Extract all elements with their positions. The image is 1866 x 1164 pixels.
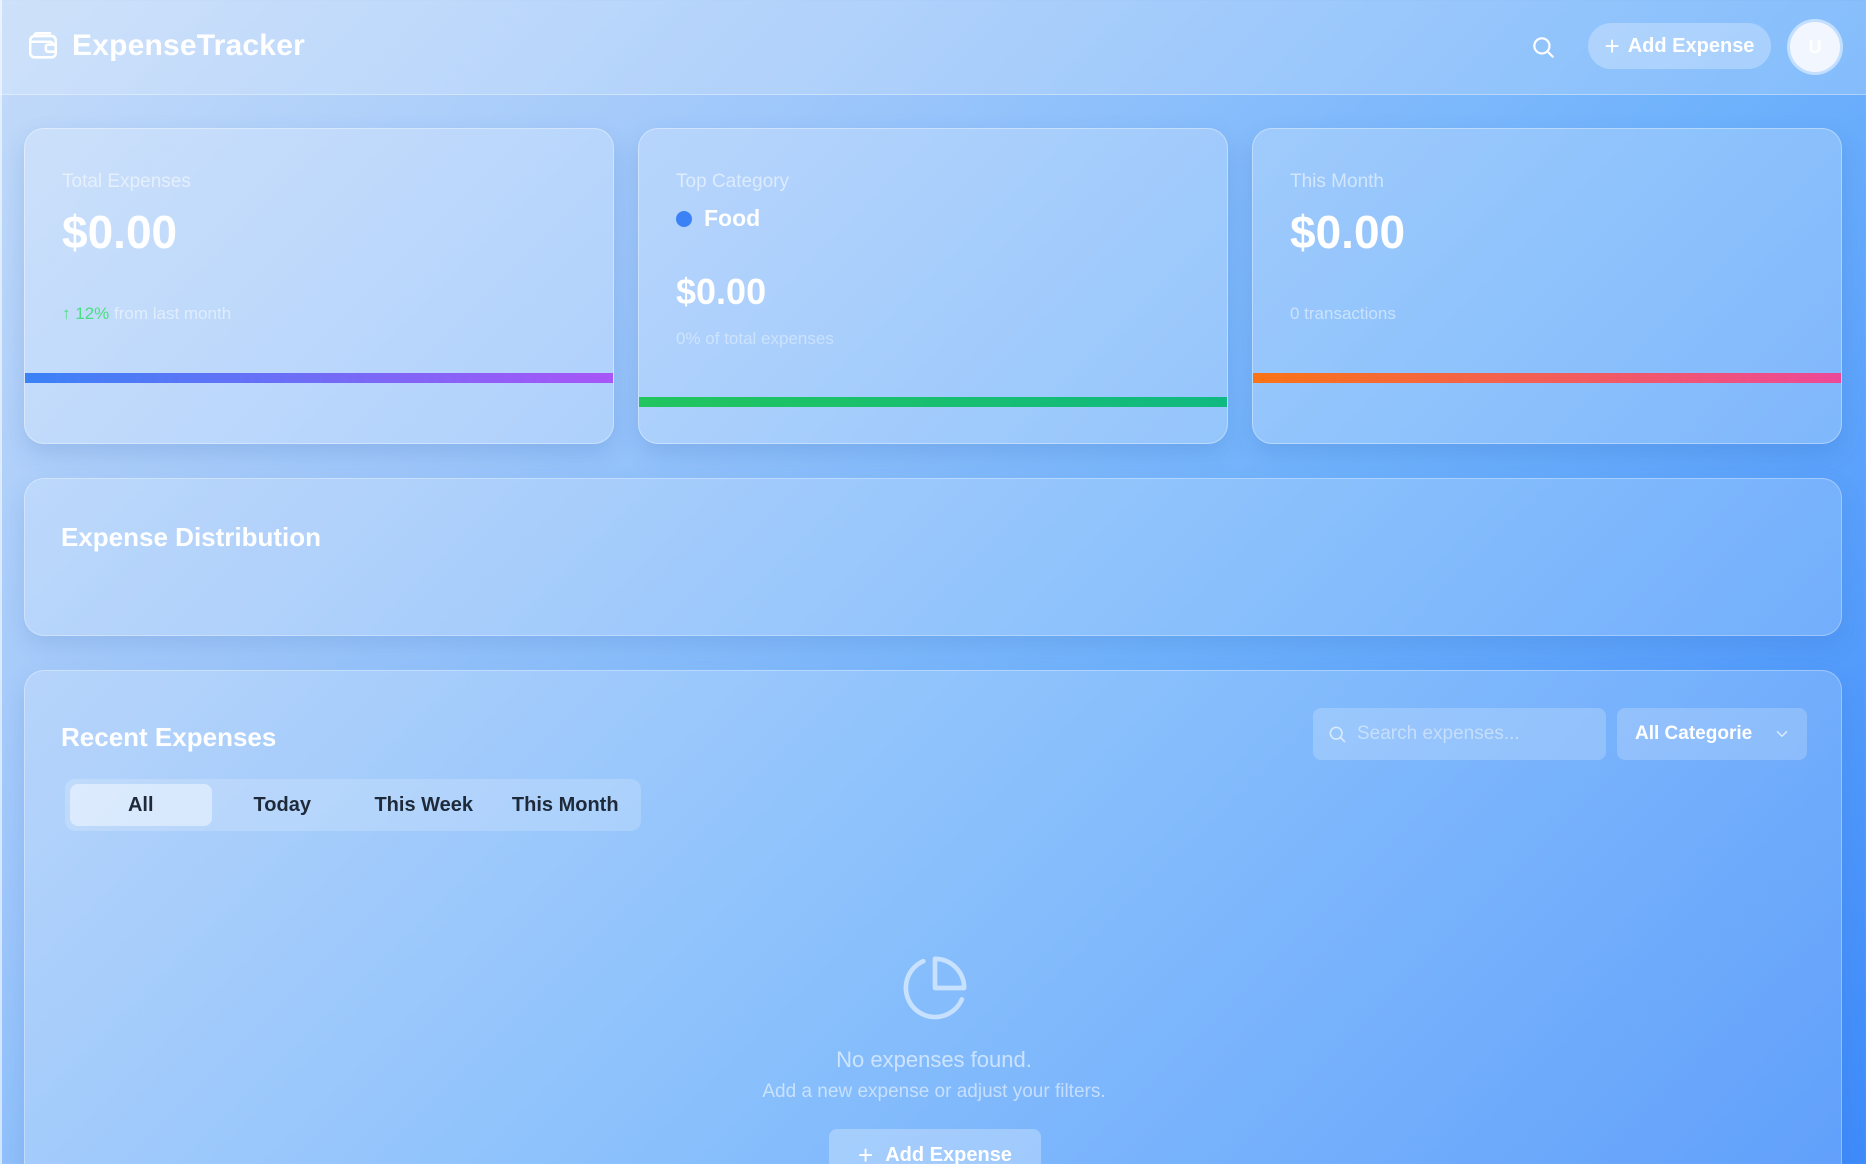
this-month-card: This Month $0.00 0 transactions xyxy=(1252,128,1842,444)
search-icon[interactable] xyxy=(1530,34,1556,60)
empty-state-title: No expenses found. xyxy=(836,1047,1032,1072)
total-expenses-trend: ↑ 12% from last month xyxy=(62,304,231,324)
plus-icon: + xyxy=(1604,31,1620,61)
recent-expenses-title: Recent Expenses xyxy=(61,722,277,752)
search-expenses-input[interactable] xyxy=(1357,723,1587,745)
search-icon xyxy=(1329,726,1346,743)
expense-distribution-panel: Expense Distribution xyxy=(24,478,1842,636)
total-expenses-accent-bar xyxy=(25,373,613,383)
trend-up-icon: ↑ xyxy=(62,304,71,323)
chevron-down-icon xyxy=(1776,731,1788,737)
trend-text: from last month xyxy=(114,304,232,323)
wallet-icon xyxy=(28,31,58,59)
this-month-value: $0.00 xyxy=(1290,206,1406,258)
empty-add-expense-button[interactable]: + Add Expense xyxy=(829,1129,1041,1164)
empty-state-subtitle: Add a new expense or adjust your filters… xyxy=(762,1081,1106,1102)
category-color-dot xyxy=(676,210,692,227)
search-expenses-box[interactable] xyxy=(1313,708,1606,760)
tab-this-month[interactable]: This Month xyxy=(495,784,637,826)
tab-all[interactable]: All xyxy=(70,784,212,826)
app-title: ExpenseTracker xyxy=(72,29,305,62)
expense-distribution-title: Expense Distribution xyxy=(61,522,322,552)
avatar[interactable]: U xyxy=(1790,22,1840,72)
add-expense-label: Add Expense xyxy=(1627,34,1755,57)
this-month-accent-bar xyxy=(1253,373,1841,383)
period-tabs: All Today This Week This Month xyxy=(65,779,641,831)
tab-this-week[interactable]: This Week xyxy=(353,784,495,826)
this-month-transactions: 0 transactions xyxy=(1290,304,1396,323)
top-category-label: Top Category xyxy=(676,171,790,192)
brand[interactable]: ExpenseTracker xyxy=(26,29,305,63)
top-category-accent-bar xyxy=(639,397,1227,407)
window-edge xyxy=(0,0,2,1164)
total-expenses-label: Total Expenses xyxy=(62,171,191,192)
top-category-name: Food xyxy=(704,205,761,231)
app-header: ExpenseTracker + Add Expense U xyxy=(0,0,1866,95)
top-category-share: 0% of total expenses xyxy=(676,329,834,348)
total-expenses-value: $0.00 xyxy=(62,206,178,258)
tab-today[interactable]: Today xyxy=(212,784,354,826)
top-category-value: $0.00 xyxy=(676,271,767,312)
trend-percent: 12% xyxy=(75,304,110,323)
this-month-label: This Month xyxy=(1290,171,1384,192)
recent-expenses-panel: Recent Expenses All Categories All Today… xyxy=(24,670,1842,1164)
category-select[interactable]: All Categories xyxy=(1617,708,1807,760)
empty-add-expense-label: Add Expense xyxy=(885,1143,1012,1164)
top-category-card: Top Category Food $0.00 0% of total expe… xyxy=(638,128,1228,444)
category-select-value: All Categories xyxy=(1635,723,1753,744)
pie-chart-icon xyxy=(903,956,967,1020)
total-expenses-card: Total Expenses $0.00 ↑ 12% from last mon… xyxy=(24,128,614,444)
avatar-initial: U xyxy=(1808,36,1822,57)
top-category-row: Food xyxy=(676,205,760,232)
add-expense-button[interactable]: + Add Expense xyxy=(1588,23,1771,69)
plus-icon: + xyxy=(858,1140,874,1164)
